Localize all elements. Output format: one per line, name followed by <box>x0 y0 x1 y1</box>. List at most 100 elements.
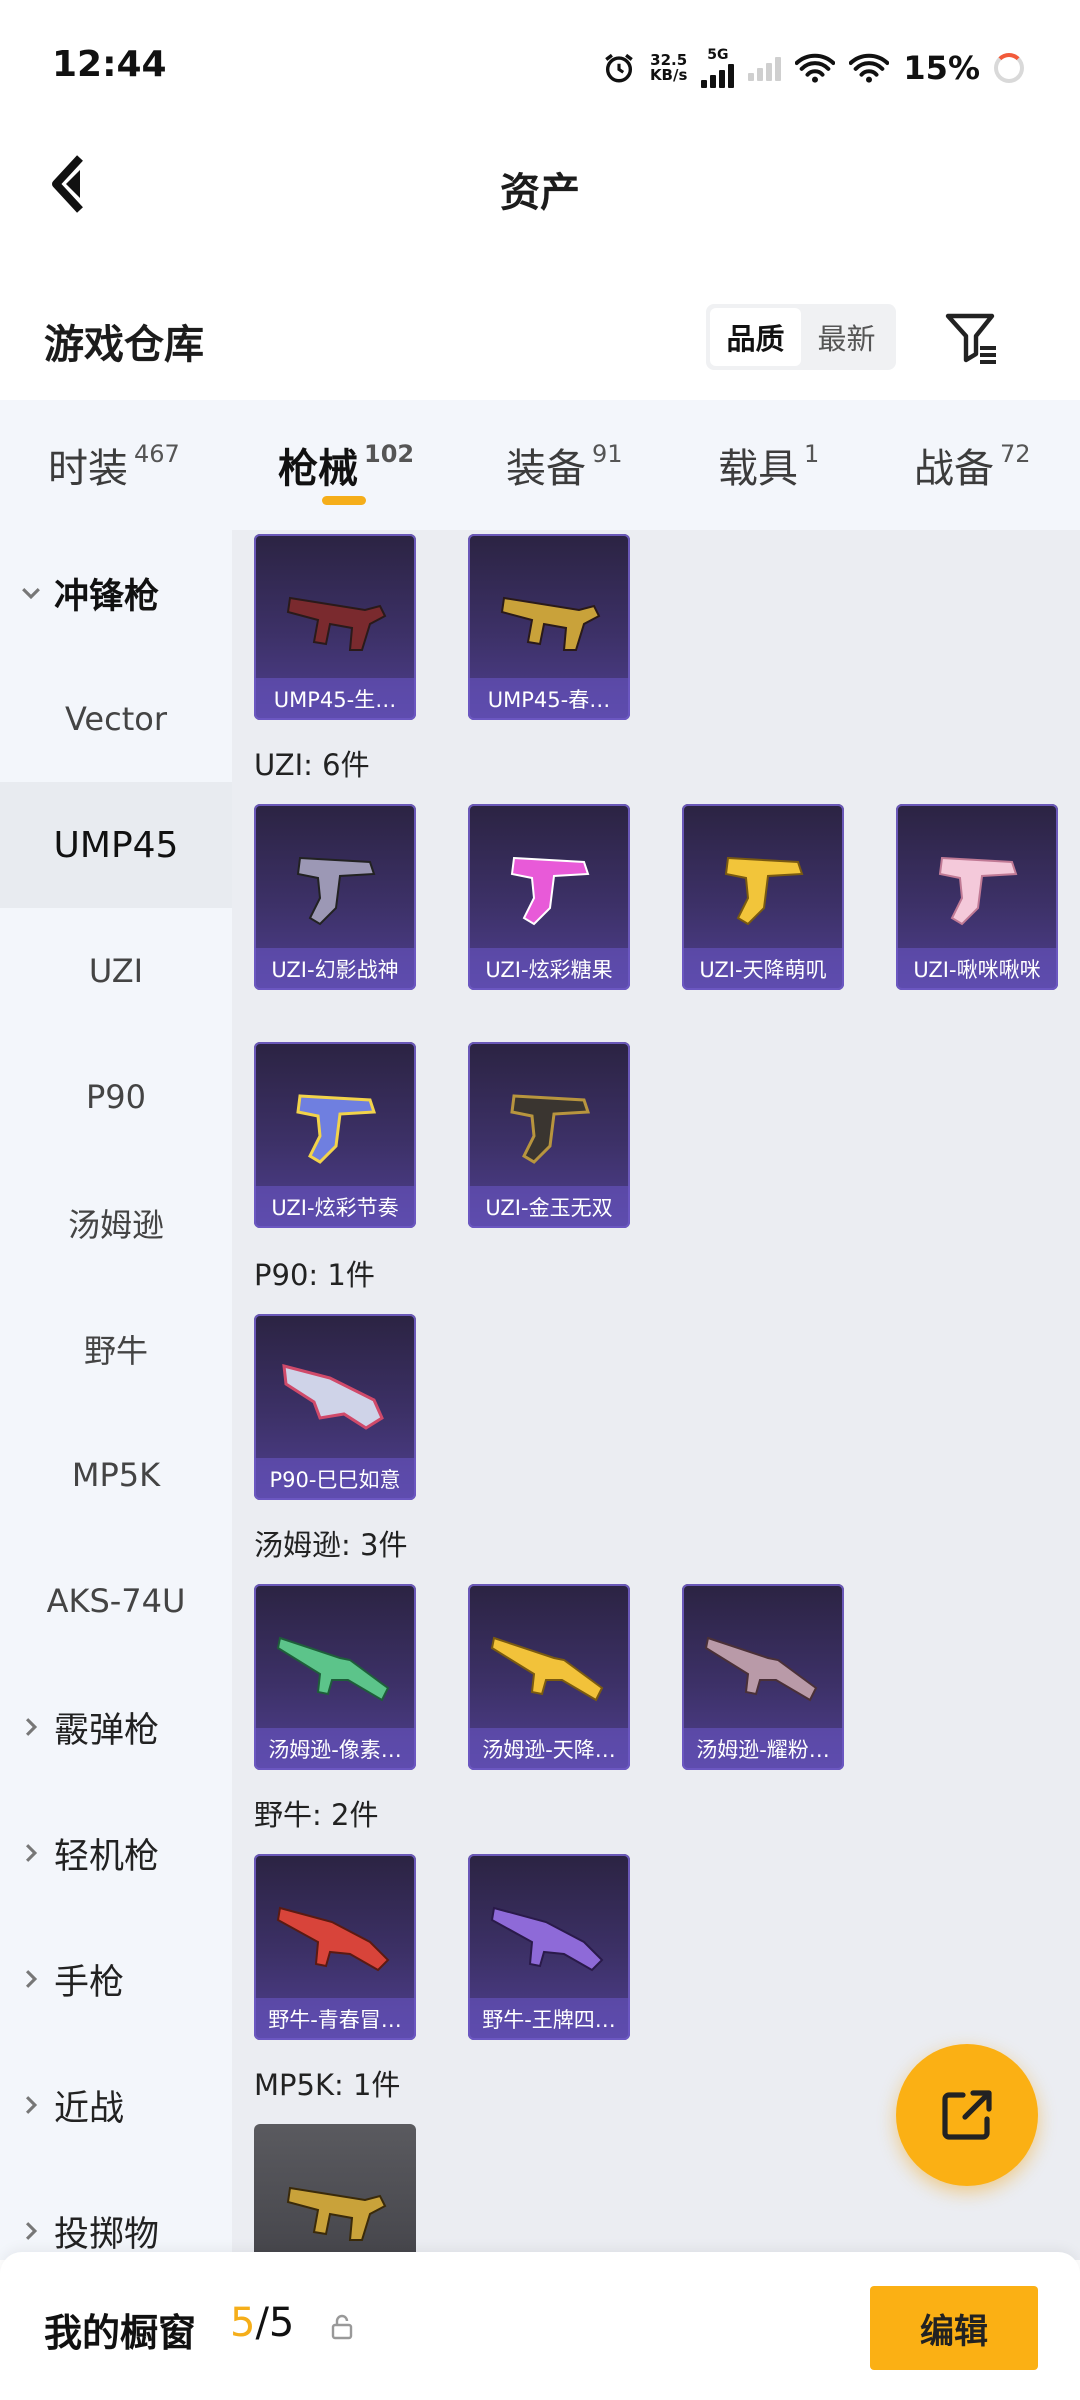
sidebar-item-bizon[interactable]: 野牛 <box>0 1286 232 1412</box>
sidebar-item-smg[interactable]: 冲锋枪 <box>0 530 232 656</box>
filter-icon[interactable] <box>944 310 1000 366</box>
item-card[interactable]: UZI-炫彩节奏 <box>254 1042 416 1228</box>
item-card[interactable]: UZI-幻影战神 <box>254 804 416 990</box>
section-header-uzi: UZI: 6件 <box>254 748 370 782</box>
uzi-icon <box>724 856 804 926</box>
p90-icon <box>282 1363 384 1430</box>
item-label: UZI-天降萌叽 <box>682 948 844 990</box>
item-card[interactable] <box>254 2124 416 2260</box>
item-card[interactable]: 汤姆逊-天降… <box>468 1584 630 1770</box>
item-card[interactable]: 野牛-王牌四… <box>468 1854 630 2040</box>
warehouse-title: 游戏仓库 <box>44 322 204 368</box>
sidebar-item-p90[interactable]: P90 <box>0 1034 232 1160</box>
item-card[interactable]: UZI-啾咪啾咪 <box>896 804 1058 990</box>
item-label: UZI-炫彩节奏 <box>254 1186 416 1228</box>
tab-label: 时装 <box>48 446 128 492</box>
tab-equipment[interactable]: 装备 91 <box>506 436 623 494</box>
sidebar-label: 野牛 <box>83 1332 148 1370</box>
item-label: 汤姆逊-像素… <box>254 1728 416 1770</box>
item-label: UMP45-春… <box>468 678 630 720</box>
wifi-2-icon <box>849 53 890 83</box>
sidebar-label: 近战 <box>54 2088 125 2129</box>
sidebar-item-ump45[interactable]: UMP45 <box>0 782 232 908</box>
sidebar-item-throwables[interactable]: 投掷物 <box>0 2168 232 2260</box>
sidebar-label: P90 <box>85 1078 146 1116</box>
item-card[interactable]: 汤姆逊-像素… <box>254 1584 416 1770</box>
item-card[interactable]: 野牛-青春冒… <box>254 1854 416 2040</box>
sidebar-item-uzi[interactable]: UZI <box>0 908 232 1034</box>
item-label: UMP45-生… <box>254 678 416 720</box>
section-header-mp5k: MP5K: 1件 <box>254 2068 401 2102</box>
tab-tactical[interactable]: 战备 72 <box>914 436 1031 494</box>
item-card[interactable]: UZI-炫彩糖果 <box>468 804 630 990</box>
smg-icon <box>490 1906 604 1972</box>
item-label: UZI-幻影战神 <box>254 948 416 990</box>
page-title: 资产 <box>500 170 580 216</box>
item-label: P90-巳巳如意 <box>254 1458 416 1500</box>
signal-bars-icon <box>701 62 735 88</box>
signal-bars-2-icon <box>748 55 782 81</box>
item-label: 汤姆逊-耀粉… <box>682 1728 844 1770</box>
item-card[interactable]: P90-巳巳如意 <box>254 1314 416 1500</box>
section-header-p90: P90: 1件 <box>254 1258 375 1292</box>
edit-button[interactable]: 编辑 <box>870 2286 1038 2370</box>
cell-signal: 5G <box>701 48 735 88</box>
sidebar-item-pistol[interactable]: 手枪 <box>0 1916 232 2042</box>
uzi-icon <box>938 856 1018 926</box>
tab-label: 枪械 <box>278 446 358 492</box>
tab-count: 91 <box>592 439 623 468</box>
item-card[interactable]: UZI-金玉无双 <box>468 1042 630 1228</box>
tab-label: 载具 <box>718 446 798 492</box>
item-card[interactable]: UZI-天降萌叽 <box>682 804 844 990</box>
sidebar-label: 投掷物 <box>54 2214 160 2255</box>
item-card[interactable]: 汤姆逊-耀粉… <box>682 1584 844 1770</box>
sidebar-item-aks74u[interactable]: AKS-74U <box>0 1538 232 1664</box>
sidebar-item-mp5k[interactable]: MP5K <box>0 1412 232 1538</box>
chevron-down-icon <box>22 587 40 600</box>
tab-vehicles[interactable]: 载具 1 <box>718 436 819 494</box>
wifi-icon <box>795 53 836 83</box>
sidebar-label: Vector <box>65 700 167 738</box>
sort-quality-button[interactable]: 品质 <box>710 308 801 366</box>
showcase-title: 我的橱窗 <box>44 2311 197 2355</box>
sidebar-item-thompson[interactable]: 汤姆逊 <box>0 1160 232 1286</box>
tab-count: 1 <box>804 439 820 468</box>
sidebar-label: MP5K <box>71 1456 161 1494</box>
tab-firearms[interactable]: 枪械 102 <box>278 436 414 494</box>
chevron-right-icon <box>25 1718 38 1736</box>
sort-toggle: 品质 最新 <box>706 304 896 370</box>
sidebar-item-melee[interactable]: 近战 <box>0 2042 232 2168</box>
item-card[interactable]: UMP45-生… <box>254 534 416 720</box>
smg-icon <box>276 1906 390 1972</box>
chevron-right-icon <box>25 2222 38 2240</box>
sidebar-item-vector[interactable]: Vector <box>0 656 232 782</box>
uzi-icon <box>510 1094 591 1164</box>
status-bar: 12:44 32.5 KB/s 5G 15% <box>0 0 1080 120</box>
item-label: 野牛-王牌四… <box>468 1998 630 2040</box>
title-bar: 资产 <box>0 120 1080 250</box>
sidebar-item-lmg[interactable]: 轻机枪 <box>0 1790 232 1916</box>
item-label: UZI-啾咪啾咪 <box>896 948 1058 990</box>
tab-fashion[interactable]: 时装 467 <box>48 436 180 494</box>
sidebar-label: 霰弹枪 <box>54 1710 160 1751</box>
sidebar-item-shotgun[interactable]: 霰弹枪 <box>0 1664 232 1790</box>
sidebar-label: 冲锋枪 <box>54 576 160 617</box>
item-label: UZI-炫彩糖果 <box>468 948 630 990</box>
alarm-icon <box>605 53 633 83</box>
smg-icon <box>500 596 601 651</box>
item-grid: UMP45-生… UMP45-春… UZI: 6件 UZI-幻影战神 UZI-炫… <box>232 530 1080 2260</box>
sidebar-label: 轻机枪 <box>54 1836 160 1877</box>
uzi-icon <box>510 856 590 926</box>
sort-newest-button[interactable]: 最新 <box>801 308 892 366</box>
showcase-count: 5/5 <box>230 2300 294 2346</box>
active-tab-indicator <box>322 496 366 505</box>
smg-icon <box>286 596 387 651</box>
share-button[interactable] <box>896 2044 1038 2186</box>
item-card[interactable]: UMP45-春… <box>468 534 630 720</box>
item-label: 野牛-青春冒… <box>254 1998 416 2040</box>
sidebar-label: UZI <box>88 952 144 990</box>
section-header-thompson: 汤姆逊: 3件 <box>254 1528 408 1562</box>
tab-count: 467 <box>134 439 180 468</box>
tab-count: 102 <box>364 439 415 468</box>
tab-label: 战备 <box>914 446 994 492</box>
